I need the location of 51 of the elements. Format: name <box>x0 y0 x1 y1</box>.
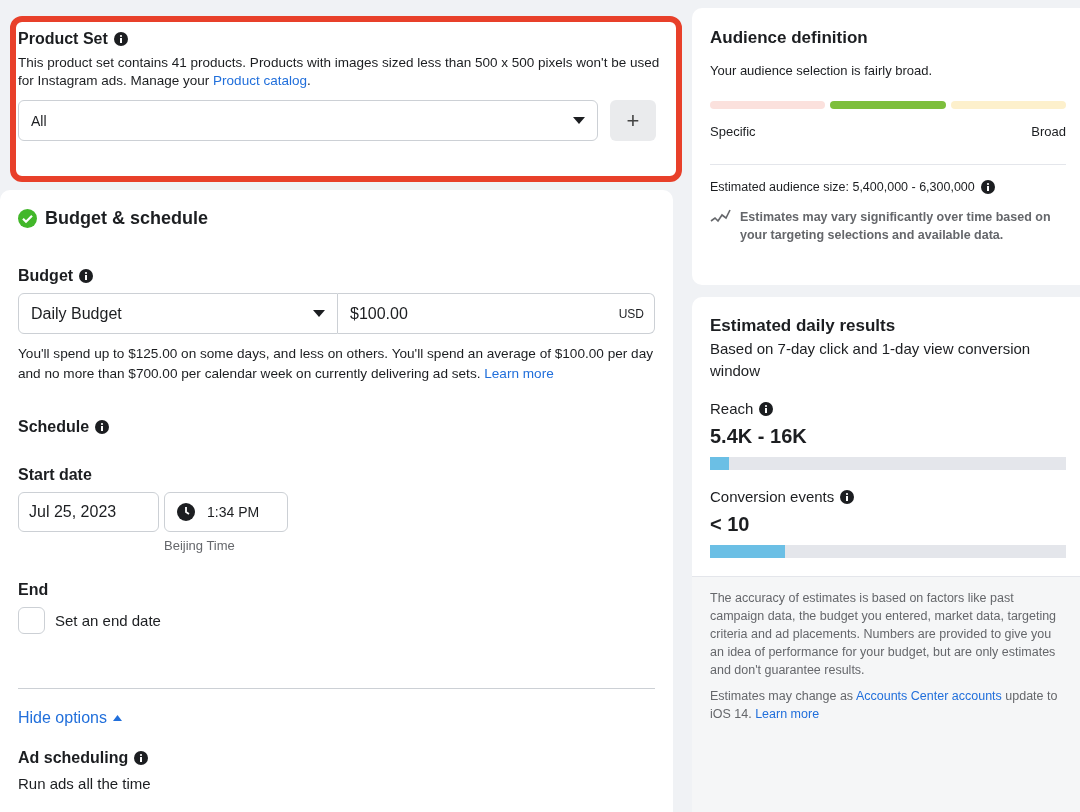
section-title: Product Set <box>18 30 108 48</box>
audience-summary: Your audience selection is fairly broad. <box>710 63 934 78</box>
checkbox[interactable] <box>18 607 45 634</box>
accounts-center-link[interactable]: Accounts Center accounts <box>855 689 1002 703</box>
budget-type-dropdown[interactable]: Daily Budget <box>18 293 338 334</box>
product-catalog-link[interactable]: Product catalog <box>213 73 307 88</box>
info-icon <box>113 32 128 46</box>
learn-more-link[interactable]: Learn more <box>484 366 554 381</box>
section-title: Budget & schedule <box>45 208 209 229</box>
learn-more-link[interactable]: Learn more <box>755 707 820 721</box>
checkbox-label: Set an end date <box>55 612 161 629</box>
panel-subtitle: Based on 7-day click and 1-day view conversion window <box>710 339 1032 381</box>
ios-note: Estimates may change as Accounts Center accounts update to iOS 14. Learn more <box>710 688 1059 723</box>
field-label: Ad scheduling <box>18 749 129 767</box>
timezone-label: Beijing Time <box>164 538 236 553</box>
estimate-note: Estimates may vary significantly over time based on your targeting selections and available data. <box>740 209 1052 244</box>
caret-icon <box>573 116 585 125</box>
audience-size: Estimated audience size: 5,400,000 - 6,300,000 <box>710 180 975 194</box>
metric-value: < 10 <box>710 513 751 536</box>
time-field[interactable]: 1:34 PM <box>164 492 288 532</box>
field-label: Start date <box>18 466 92 484</box>
info-icon <box>759 401 774 416</box>
caret-icon <box>313 309 325 318</box>
clock-icon <box>177 503 195 521</box>
info-icon <box>980 180 995 194</box>
add-button[interactable]: + <box>610 100 656 141</box>
disclaimer-text: The accuracy of estimates is based on factors like past campaign data, the budget you entered, market data, targeting criteria and ad placements. Numbers are provided to give you an idea of performance for your budget, but are only estimates and don't guarantee results. <box>710 590 1058 679</box>
caret-up-icon <box>112 715 122 721</box>
product-set-description: This product set contains 41 products. Products with images sized less than 500 x 500 pixels won't be used for Instagram ads. Manage your Product catalog. <box>18 54 661 90</box>
field-label: End <box>18 581 49 599</box>
panel-title: Audience definition <box>710 28 869 48</box>
ad-scheduling-value: Run ads all the time <box>18 775 152 792</box>
info-icon <box>95 420 110 434</box>
metric-label: Conversion events <box>710 488 835 505</box>
panel-title: Estimated daily results <box>710 316 897 336</box>
product-set-dropdown[interactable]: All <box>18 100 598 141</box>
info-icon <box>134 751 149 765</box>
metric-label: Reach <box>710 400 754 417</box>
metric-value: 5.4K - 16K <box>710 425 808 448</box>
amount-field[interactable]: $100.00 USD <box>338 293 655 334</box>
field-label: Budget <box>18 267 74 285</box>
trend-line-icon <box>710 208 732 224</box>
date-field[interactable]: Jul 25, 2023 <box>18 492 159 532</box>
scale-label: Broad <box>1031 124 1066 139</box>
info-icon <box>840 489 855 504</box>
hide-options-link[interactable]: Hide options <box>18 709 122 727</box>
field-label: Schedule <box>18 418 90 436</box>
currency-label: USD <box>618 306 644 321</box>
info-icon <box>79 269 94 283</box>
scale-label: Specific <box>710 124 756 139</box>
budget-note: You'll spend up to $125.00 on some days, and less on others. You'll spend an average of $100.00 per day and no more than $700.00 per calendar week on currently delivering ad sets. Learn more <box>18 345 654 383</box>
